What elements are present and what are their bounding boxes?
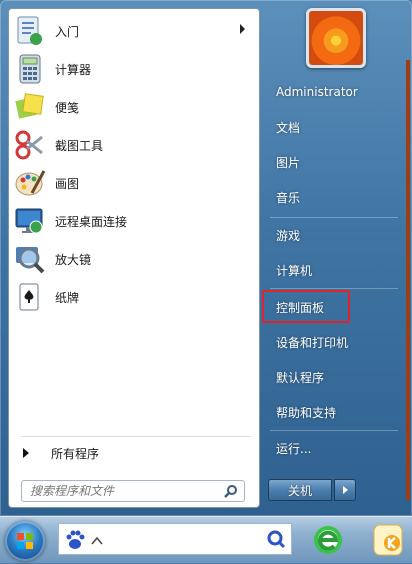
program-item-calculator[interactable]: 计算器 xyxy=(13,50,255,88)
right-item-run[interactable]: 运行... xyxy=(268,433,400,463)
sticky-notes-icon xyxy=(14,91,46,123)
right-item-label: 游戏 xyxy=(276,228,301,243)
divider xyxy=(21,436,251,437)
right-item-label: 文档 xyxy=(276,120,301,135)
program-label: 远程桌面连接 xyxy=(55,214,128,229)
app-icon xyxy=(373,524,403,556)
program-item-paint[interactable]: 画图 xyxy=(13,164,255,202)
windows-logo-icon xyxy=(17,533,33,549)
remote-desktop-icon xyxy=(14,205,46,237)
right-item-label: 图片 xyxy=(276,155,301,170)
solitaire-icon xyxy=(14,281,46,313)
program-label: 纸牌 xyxy=(55,290,80,305)
program-item-getting-started[interactable]: 入门 xyxy=(13,12,255,50)
shutdown-options-button[interactable] xyxy=(334,479,356,501)
search-go-icon xyxy=(267,530,286,549)
start-button[interactable] xyxy=(5,521,45,561)
shutdown-group: 关机 xyxy=(268,479,356,501)
right-item-computer[interactable]: 计算机 xyxy=(268,255,400,285)
arrow-right-icon xyxy=(23,448,29,458)
taskbar-app-button[interactable] xyxy=(368,521,408,559)
right-item-label: 计算机 xyxy=(276,263,313,278)
right-item-devices-printers[interactable]: 设备和打印机 xyxy=(268,327,400,357)
right-item-label: 帮助和支持 xyxy=(276,405,337,420)
highlight-box xyxy=(262,290,350,323)
right-item-games[interactable]: 游戏 xyxy=(268,220,400,250)
baidu-paw-icon xyxy=(66,530,85,549)
program-label: 截图工具 xyxy=(55,138,104,153)
divider xyxy=(270,430,398,431)
start-menu: 入门 计算器 便笺 截图工具 画图 远程桌面连接 放大镜 纸牌 所有程序 搜索程… xyxy=(0,0,412,516)
right-item-label: 默认程序 xyxy=(276,370,325,385)
programs-pane: 入门 计算器 便笺 截图工具 画图 远程桌面连接 放大镜 纸牌 所有程序 搜索程… xyxy=(8,8,260,508)
program-item-magnifier[interactable]: 放大镜 xyxy=(13,240,255,278)
calculator-icon xyxy=(14,53,46,85)
taskbar-search-bar[interactable] xyxy=(58,523,292,555)
magnifier-icon xyxy=(14,243,46,275)
user-picture[interactable] xyxy=(306,8,366,68)
search-box[interactable] xyxy=(21,480,245,502)
program-label: 入门 xyxy=(55,24,80,39)
right-item-label: 设备和打印机 xyxy=(276,335,349,350)
right-item-label: 音乐 xyxy=(276,190,301,205)
all-programs-button[interactable]: 所有程序 xyxy=(13,441,253,465)
program-item-solitaire[interactable]: 纸牌 xyxy=(13,278,255,316)
chevron-up-icon xyxy=(91,536,103,545)
taskbar-ie-button[interactable] xyxy=(308,521,348,559)
baidu-search-widget xyxy=(66,530,286,549)
submenu-arrow-icon xyxy=(240,24,245,34)
menu-edge-accent xyxy=(406,60,410,500)
right-item-label: 运行... xyxy=(276,441,312,456)
search-icon[interactable] xyxy=(224,484,238,498)
user-name: Administrator xyxy=(276,85,358,99)
program-item-snipping-tool[interactable]: 截图工具 xyxy=(13,126,255,164)
search-input[interactable] xyxy=(28,483,224,499)
paint-icon xyxy=(14,167,46,199)
right-item-default-programs[interactable]: 默认程序 xyxy=(268,362,400,392)
divider xyxy=(270,217,398,218)
right-item-help-support[interactable]: 帮助和支持 xyxy=(268,397,400,427)
program-item-remote-desktop[interactable]: 远程桌面连接 xyxy=(13,202,255,240)
right-item-pictures[interactable]: 图片 xyxy=(268,147,400,177)
all-programs-label: 所有程序 xyxy=(51,446,100,461)
arrow-right-icon xyxy=(342,486,348,494)
program-label: 便笺 xyxy=(55,100,80,115)
snipping-tool-icon xyxy=(14,129,46,161)
user-name-link[interactable]: Administrator xyxy=(268,77,400,107)
shutdown-button[interactable]: 关机 xyxy=(268,479,332,501)
right-item-documents[interactable]: 文档 xyxy=(268,112,400,142)
program-label: 放大镜 xyxy=(55,252,92,267)
divider xyxy=(270,288,398,289)
e-browser-icon xyxy=(314,526,342,554)
program-item-sticky-notes[interactable]: 便笺 xyxy=(13,88,255,126)
right-item-music[interactable]: 音乐 xyxy=(268,182,400,212)
taskbar xyxy=(0,516,412,563)
getting-started-icon xyxy=(14,15,46,47)
program-label: 画图 xyxy=(55,176,80,191)
program-label: 计算器 xyxy=(55,62,92,77)
